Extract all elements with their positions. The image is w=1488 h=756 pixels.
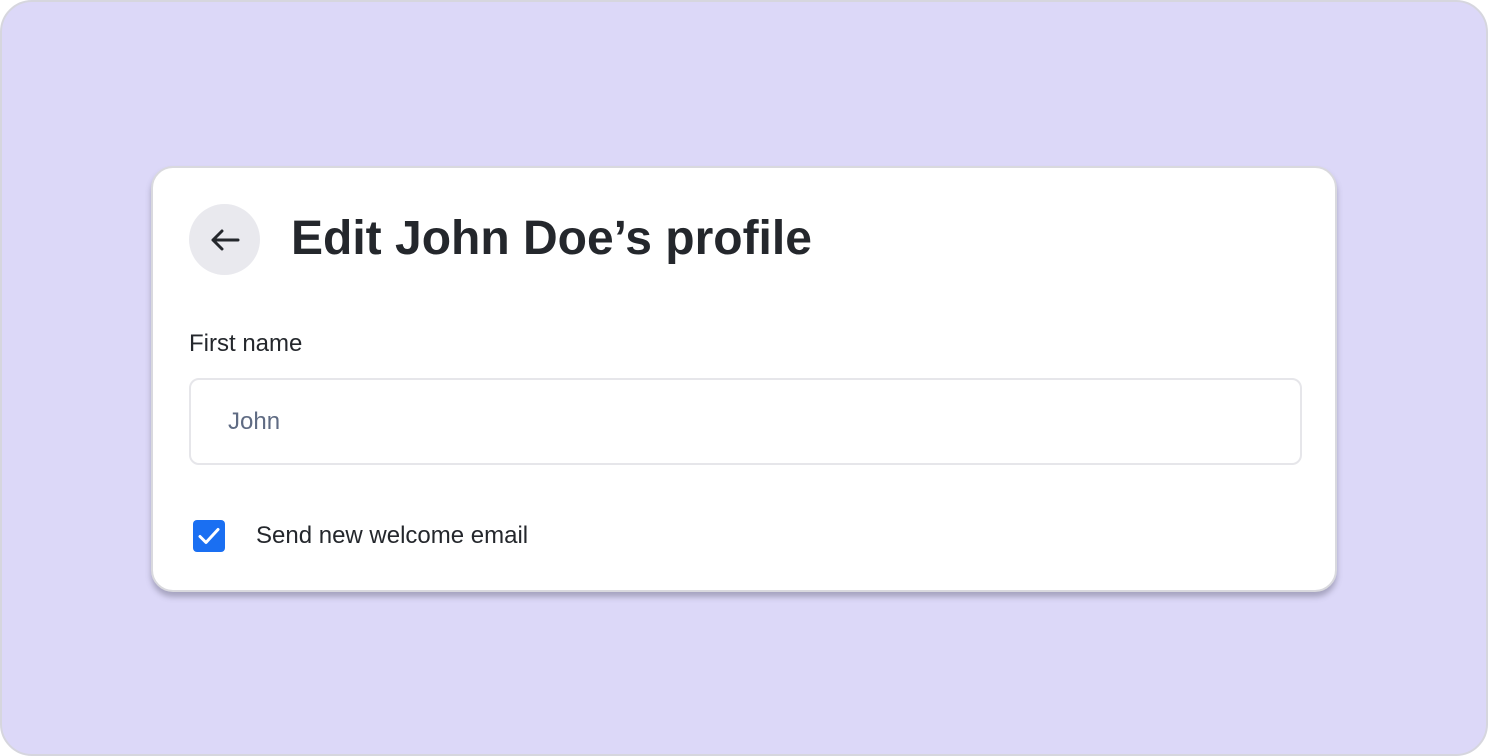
arrow-left-icon <box>210 229 240 251</box>
first-name-label: First name <box>189 330 303 357</box>
checkmark-icon <box>198 527 220 545</box>
welcome-email-label: Send new welcome email <box>256 522 529 549</box>
background-frame: Edit John Doe’s profile First name Send … <box>0 0 1488 756</box>
welcome-email-option[interactable]: Send new welcome email <box>193 520 528 552</box>
welcome-email-checkbox[interactable] <box>193 520 225 552</box>
edit-profile-card: Edit John Doe’s profile First name Send … <box>151 166 1337 592</box>
back-button[interactable] <box>189 204 260 275</box>
page-title: Edit John Doe’s profile <box>291 212 812 265</box>
first-name-input[interactable] <box>189 378 1302 465</box>
